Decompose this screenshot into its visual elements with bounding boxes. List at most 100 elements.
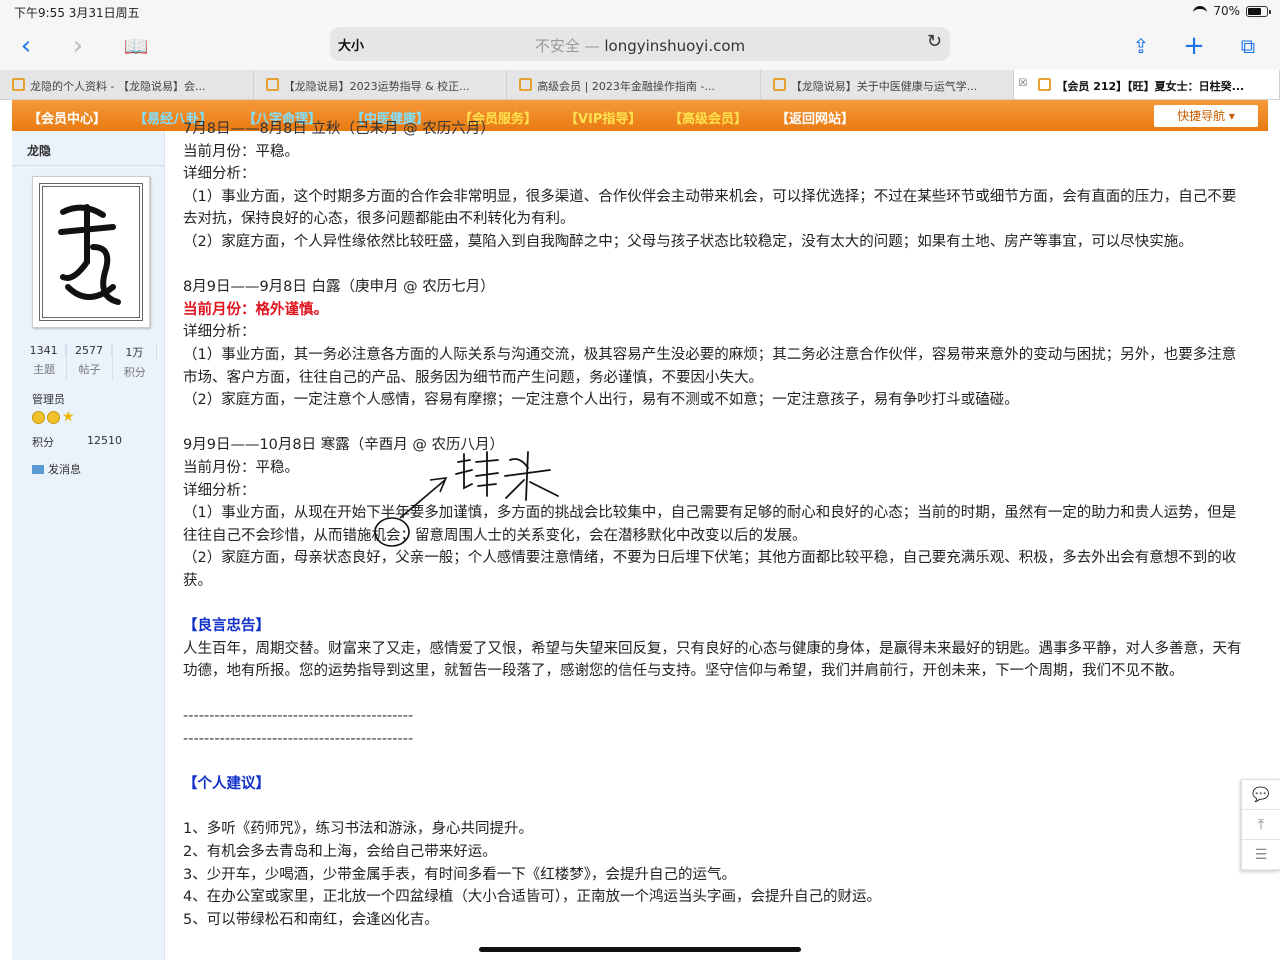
battery-percent: 70% bbox=[1213, 4, 1240, 18]
avatar[interactable] bbox=[32, 176, 150, 328]
bookmarks-icon[interactable]: 📖 bbox=[120, 30, 152, 62]
favicon-icon bbox=[265, 78, 279, 91]
address-bar[interactable]: 大小 不安全 — longyinshuoyi.com ↻ bbox=[330, 27, 950, 61]
section-3-month: 当前月份：平稳。 bbox=[183, 459, 299, 476]
back-icon[interactable]: ‹ bbox=[10, 30, 42, 62]
favicon-icon bbox=[519, 78, 533, 91]
list-icon[interactable]: ☰ bbox=[1242, 840, 1280, 870]
status-right: 70% bbox=[1193, 4, 1271, 18]
section-3-family: （2）家庭方面，母亲状态良好，父亲一般；个人感情要注意情绪，不要为日后埋下伏笔；… bbox=[183, 550, 1237, 589]
section-1-career: （1）事业方面，这个时期多方面的合作会非常明显，很多渠道、合作伙伴会主动带来机会… bbox=[183, 188, 1237, 228]
divider bbox=[12, 165, 164, 166]
stat-value: 1341 bbox=[22, 344, 67, 357]
stat-value: 1万 bbox=[113, 344, 157, 360]
address-text: 不安全 — longyinshuoyi.com bbox=[330, 35, 950, 56]
tab-label: 龙隐的个人资料 - 【龙隐说易】会... bbox=[30, 80, 206, 93]
stat-value: 2577 bbox=[67, 344, 112, 357]
section-2-career: （1）事业方面，其一务必注意各方面的人际关系与沟通交流，极其容易产生没必要的麻烦… bbox=[183, 346, 1237, 386]
user-role[interactable]: 管理员 bbox=[32, 391, 65, 407]
seal-logo-image bbox=[39, 183, 143, 321]
section-1-title: 7月8日——8月8日 立秋（己未月 @ 农历六月） bbox=[183, 121, 495, 137]
browser-toolbar: ‹ › 📖 大小 不安全 — longyinshuoyi.com ↻ ⇪ + ⧉ bbox=[0, 22, 1280, 70]
status-bar: 下午9:55 3月31日周五 70% bbox=[0, 0, 1280, 22]
points-value: 12510 bbox=[87, 434, 122, 447]
section-3-title: 9月9日——10月8日 寒露（辛酉月 @ 农历八月） bbox=[183, 437, 504, 454]
reload-icon[interactable]: ↻ bbox=[927, 31, 942, 52]
tip-1: 1、多听《药师咒》，练习书法和游泳，身心共同提升。 bbox=[183, 821, 533, 838]
insecure-label: 不安全 — bbox=[534, 37, 605, 55]
tab-3[interactable]: 高级会员 | 2023年金融操作指南 -... bbox=[507, 70, 761, 99]
seal-glyph bbox=[58, 204, 121, 305]
favicon-icon bbox=[12, 78, 25, 91]
home-indicator bbox=[479, 947, 801, 952]
post-content: 7月8日——8月8日 立秋（己未月 @ 农历六月） 当前月份：平稳。 详细分析：… bbox=[183, 118, 1245, 931]
section-1-month: 当前月份：平稳。 bbox=[183, 143, 299, 160]
tab-label: 【龙隐说易】2023运势指导 & 校正... bbox=[283, 80, 470, 93]
stat-label: 主题 bbox=[33, 363, 56, 376]
section-1-detail-label: 详细分析： bbox=[183, 166, 256, 183]
stat-label: 帖子 bbox=[78, 363, 101, 376]
author-stats: 1341 主题 2577 帖子 1万积分 bbox=[22, 344, 157, 380]
tip-3: 3、少开车，少喝酒，少带金属手表，有时间多看一下《红楼梦》，会提升自己的运气。 bbox=[183, 866, 736, 883]
status-time: 下午9:55 3月31日周五 bbox=[14, 6, 140, 20]
personal-advice-title: 【个人建议】 bbox=[183, 776, 270, 793]
tab-5-active[interactable]: ☒ 【会员 212】【旺】夏女士：日柱癸... bbox=[1014, 70, 1280, 99]
medal-icon bbox=[32, 411, 45, 424]
section-2-month: 当前月份：格外谨慎。 bbox=[183, 301, 328, 318]
dash-separator-2: ----------------------------------------… bbox=[183, 731, 414, 748]
tab-label: 【龙隐说易】关于中医健康与运气学... bbox=[790, 80, 978, 93]
stat-topics[interactable]: 1341 主题 bbox=[22, 344, 68, 380]
section-1-family: （2）家庭方面，个人异性缘依然比较旺盛，莫陷入到自我陶醉之中；父母与孩子状态比较… bbox=[183, 233, 1193, 250]
send-message-label: 发消息 bbox=[48, 463, 81, 476]
tab-4[interactable]: 【龙隐说易】关于中医健康与运气学... bbox=[761, 70, 1015, 99]
section-2-title: 8月9日——9月8日 白露（庚申月 @ 农历七月） bbox=[183, 279, 495, 296]
battery-icon bbox=[1246, 5, 1271, 17]
wifi-icon bbox=[1193, 6, 1208, 16]
forward-icon[interactable]: › bbox=[62, 30, 94, 62]
share-icon[interactable]: ⇪ bbox=[1125, 30, 1157, 62]
favicon-icon bbox=[772, 78, 786, 91]
tip-4: 4、在办公室或家里，正北放一个四盆绿植（大小合适皆可），正南放一个鸿运当头字画，… bbox=[183, 889, 881, 906]
floating-tools: 💬 ⤒ ☰ bbox=[1241, 779, 1280, 871]
envelope-icon bbox=[32, 465, 44, 474]
tab-1[interactable]: 龙隐的个人资料 - 【龙隐说易】会... bbox=[0, 70, 254, 99]
star-icon: ★ bbox=[62, 409, 75, 425]
points-row: 积分 12510 bbox=[32, 434, 142, 450]
tab-2[interactable]: 【龙隐说易】2023运势指导 & 校正... bbox=[254, 70, 508, 99]
dash-separator-1: ----------------------------------------… bbox=[183, 708, 414, 725]
advice-text: 人生百年，周期交替。财富来了又走，感情爱了又恨，希望与失望来回反复，只有良好的心… bbox=[183, 640, 1242, 680]
points-label: 积分 bbox=[32, 436, 54, 449]
tab-bar: 龙隐的个人资料 - 【龙隐说易】会... 【龙隐说易】2023运势指导 & 校正… bbox=[0, 70, 1280, 100]
favicon-icon bbox=[1038, 78, 1052, 91]
author-sidebar: 龙隐 1341 主题 2577 帖子 1万积分 管理员 ★ 积分 12510 发消息 bbox=[12, 131, 165, 960]
section-2-family: （2）家庭方面，一定注意个人感情，容易有摩擦；一定注意个人出行，易有不测或不如意… bbox=[183, 392, 1019, 409]
section-3-career: （1）事业方面，从现在开始下半年要多加谨慎，多方面的挑战会比较集中，自己需要有足… bbox=[183, 505, 1237, 544]
tip-2: 2、有机会多去青岛和上海，会给自己带来好运。 bbox=[183, 844, 497, 860]
tab-label: 【会员 212】【旺】夏女士：日柱癸... bbox=[1056, 80, 1245, 93]
stat-posts[interactable]: 2577 帖子 bbox=[67, 344, 113, 380]
new-tab-icon[interactable]: + bbox=[1178, 30, 1210, 62]
back-to-top-icon[interactable]: ⤒ bbox=[1242, 810, 1280, 840]
comment-icon[interactable]: 💬 bbox=[1242, 780, 1280, 810]
tip-5: 5、可以带绿松石和南红，会逢凶化吉。 bbox=[183, 911, 439, 928]
author-name[interactable]: 龙隐 bbox=[27, 142, 51, 159]
close-tab-icon[interactable]: ☒ bbox=[1018, 78, 1027, 89]
section-2-detail-label: 详细分析： bbox=[183, 324, 256, 341]
tab-label: 高级会员 | 2023年金融操作指南 -... bbox=[537, 80, 715, 93]
stat-points[interactable]: 1万积分 bbox=[113, 344, 157, 380]
nav-member-center[interactable]: 【会员中心】 bbox=[28, 108, 106, 127]
section-3-detail-label: 详细分析： bbox=[183, 482, 256, 499]
medal-icon bbox=[47, 411, 60, 424]
advice-title: 【良言忠告】 bbox=[183, 618, 270, 635]
rank-medals: ★ bbox=[32, 409, 75, 425]
stat-label: 积分 bbox=[123, 366, 146, 379]
tabs-overview-icon[interactable]: ⧉ bbox=[1232, 30, 1264, 62]
send-message-link[interactable]: 发消息 bbox=[32, 461, 81, 477]
url-text: longyinshuoyi.com bbox=[604, 37, 746, 55]
